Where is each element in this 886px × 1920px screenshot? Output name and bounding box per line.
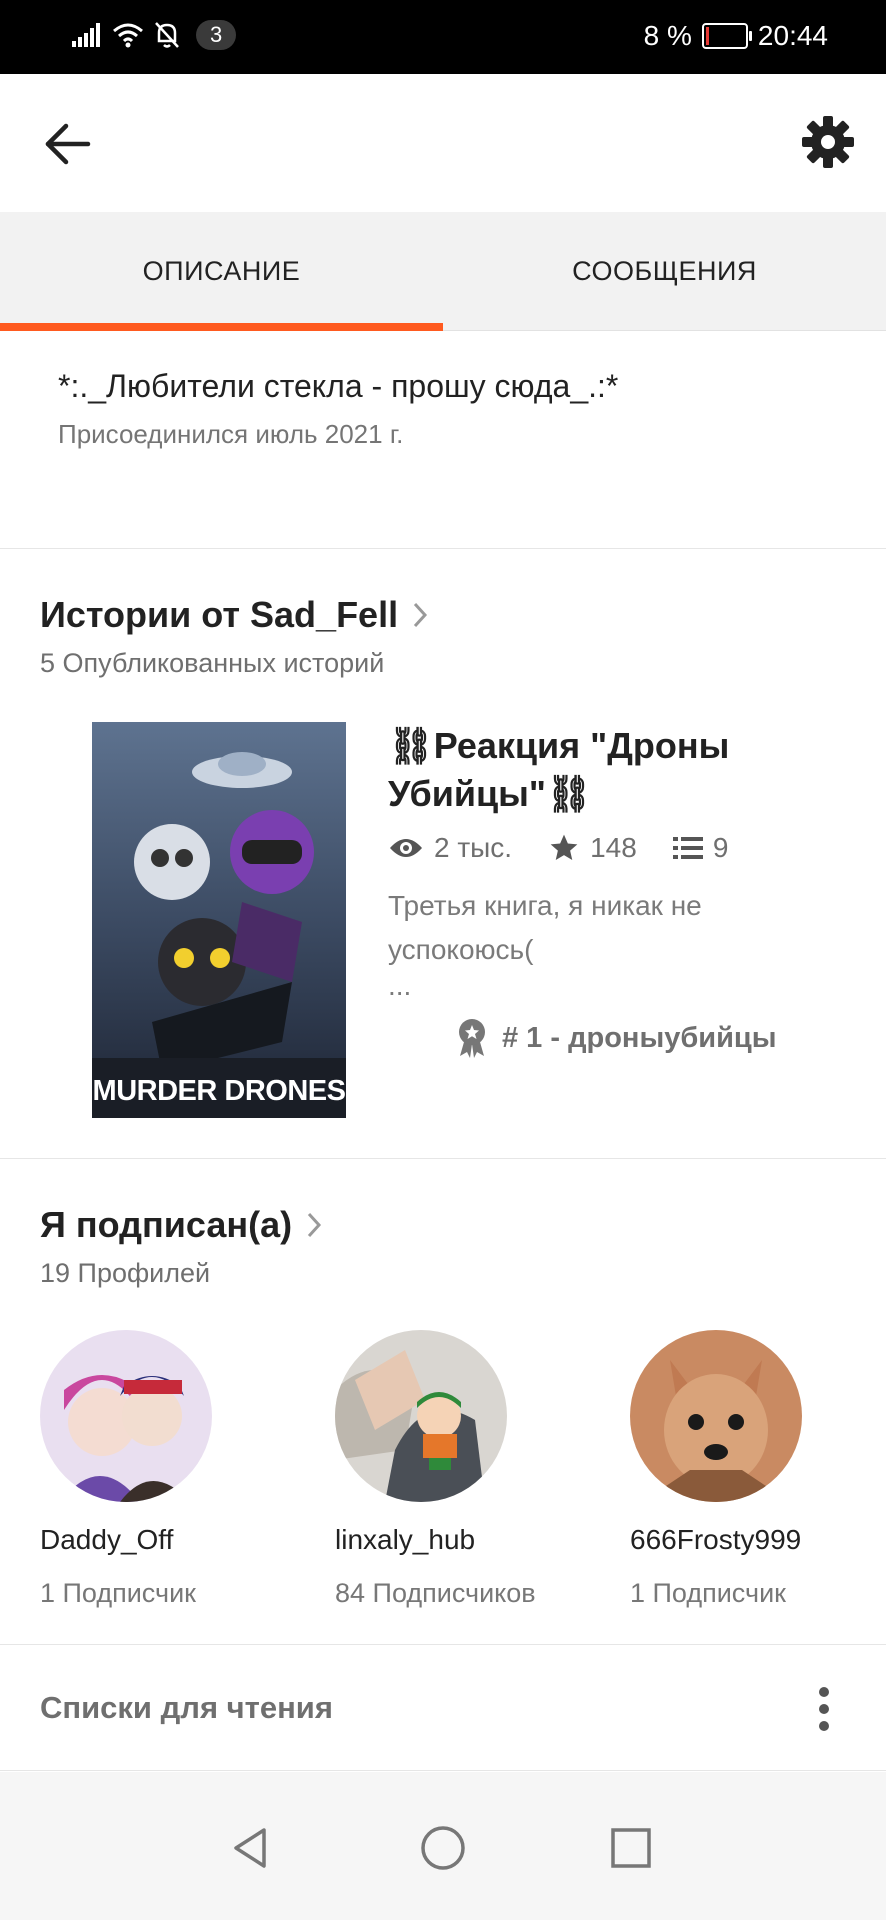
section-divider xyxy=(0,1770,886,1771)
profile-followers: 1 Подписчик xyxy=(630,1578,786,1608)
wifi-icon xyxy=(113,23,143,48)
votes-stat: 148 xyxy=(548,832,637,864)
system-nav-bar xyxy=(0,1772,886,1920)
profile-card[interactable]: 666Frosty999 1 Подписчик xyxy=(630,1330,870,1609)
top-bar xyxy=(0,74,886,212)
story-description: Третья книга, я никак не успокоюсь( ... xyxy=(388,884,808,1000)
battery-fill xyxy=(705,27,709,45)
story-description-line: успокоюсь( xyxy=(388,934,534,965)
active-tab-indicator xyxy=(0,323,443,331)
settings-button[interactable] xyxy=(800,114,856,170)
status-left: 3 xyxy=(72,20,237,50)
bell-muted-icon xyxy=(155,22,179,48)
signal-icon xyxy=(72,23,100,47)
tab-messages[interactable]: СООБЩЕНИЯ xyxy=(443,212,886,330)
following-heading-label: Я подписан(а) xyxy=(40,1204,293,1245)
list-icon xyxy=(672,837,703,859)
battery-icon xyxy=(701,23,752,49)
tab-bar: ОПИСАНИЕ СООБЩЕНИЯ xyxy=(0,212,886,331)
rank-label: # 1 - дроныубийцы xyxy=(502,1021,777,1054)
cover-title: MURDER DRONES xyxy=(92,1075,346,1107)
story-title[interactable]: ⛓Реакция "Дроны Убийцы"⛓ xyxy=(388,722,828,818)
profile-followers: 84 Подписчиков xyxy=(335,1578,536,1608)
profile-followers: 1 Подписчик xyxy=(40,1578,196,1608)
nav-home-button[interactable] xyxy=(415,1820,471,1876)
nav-back-button[interactable] xyxy=(224,1820,280,1876)
nav-recents-button[interactable] xyxy=(603,1820,659,1876)
profile-name[interactable]: 666Frosty999 xyxy=(630,1524,870,1556)
reads-count: 2 тыс. xyxy=(434,832,513,863)
parts-stat: 9 xyxy=(672,832,729,864)
clock: 20:44 xyxy=(757,20,828,51)
avatar-image xyxy=(40,1330,212,1502)
profile-card[interactable]: linxaly_hub 84 Подписчиков xyxy=(335,1330,575,1609)
avatar[interactable] xyxy=(335,1330,507,1502)
profile-name[interactable]: linxaly_hub xyxy=(335,1524,575,1556)
section-divider xyxy=(0,1644,886,1645)
tab-description[interactable]: ОПИСАНИЕ xyxy=(0,212,443,330)
stories-heading[interactable]: Истории от Sad_Fell xyxy=(40,594,428,636)
profile-name[interactable]: Daddy_Off xyxy=(40,1524,280,1556)
notification-count-badge: 3 xyxy=(196,20,237,50)
circle-home-icon xyxy=(421,1826,465,1870)
section-divider xyxy=(0,548,886,549)
reads-stat: 2 тыс. xyxy=(388,832,512,864)
arrow-left-icon xyxy=(45,123,91,165)
stories-count: 5 Опубликованных историй xyxy=(40,648,385,678)
votes-count: 148 xyxy=(590,832,637,863)
section-divider xyxy=(0,1158,886,1159)
following-count: 19 Профилей xyxy=(40,1258,211,1288)
award-ribbon-icon xyxy=(459,1019,485,1058)
status-right: 8 % 20:44 xyxy=(644,20,828,52)
eye-icon xyxy=(390,839,422,857)
avatar-image xyxy=(630,1330,802,1502)
chevron-right-icon xyxy=(307,1212,322,1238)
story-description-line: Третья книга, я никак не xyxy=(388,890,702,921)
square-recents-icon xyxy=(611,1828,651,1868)
avatar-image xyxy=(335,1330,507,1502)
profile-card[interactable]: Daddy_Off 1 Подписчик xyxy=(40,1330,280,1609)
following-heading[interactable]: Я подписан(а) xyxy=(40,1204,322,1246)
more-options-button[interactable] xyxy=(816,1686,832,1732)
avatar[interactable] xyxy=(630,1330,802,1502)
battery-percent: 8 % xyxy=(643,20,692,51)
story-cover[interactable]: MURDER DRONES xyxy=(92,722,346,1118)
star-icon xyxy=(550,834,578,860)
triangle-back-icon xyxy=(234,1828,266,1868)
story-description-line: ... xyxy=(388,970,412,1001)
gear-icon xyxy=(802,116,854,168)
profile-description: *:._Любители стекла - прошу сюда_.:* При… xyxy=(58,368,618,450)
joined-date: Присоединился июль 2021 г. xyxy=(58,419,404,449)
stories-heading-label: Истории от Sad_Fell xyxy=(40,594,399,635)
reading-lists-label[interactable]: Списки для чтения xyxy=(40,1690,333,1726)
status-bar: 3 8 % 20:44 xyxy=(0,0,886,74)
parts-count: 9 xyxy=(712,832,729,863)
story-rank-badge[interactable]: # 1 - дроныубийцы xyxy=(456,1018,777,1058)
avatar[interactable] xyxy=(40,1330,212,1502)
more-vertical-icon xyxy=(819,1687,829,1731)
description-text: *:._Любители стекла - прошу сюда_.:* xyxy=(58,368,619,404)
chevron-right-icon xyxy=(413,602,428,628)
story-stats: 2 тыс. 148 9 xyxy=(388,832,750,864)
cover-art xyxy=(92,722,346,1118)
back-button[interactable] xyxy=(42,118,94,170)
